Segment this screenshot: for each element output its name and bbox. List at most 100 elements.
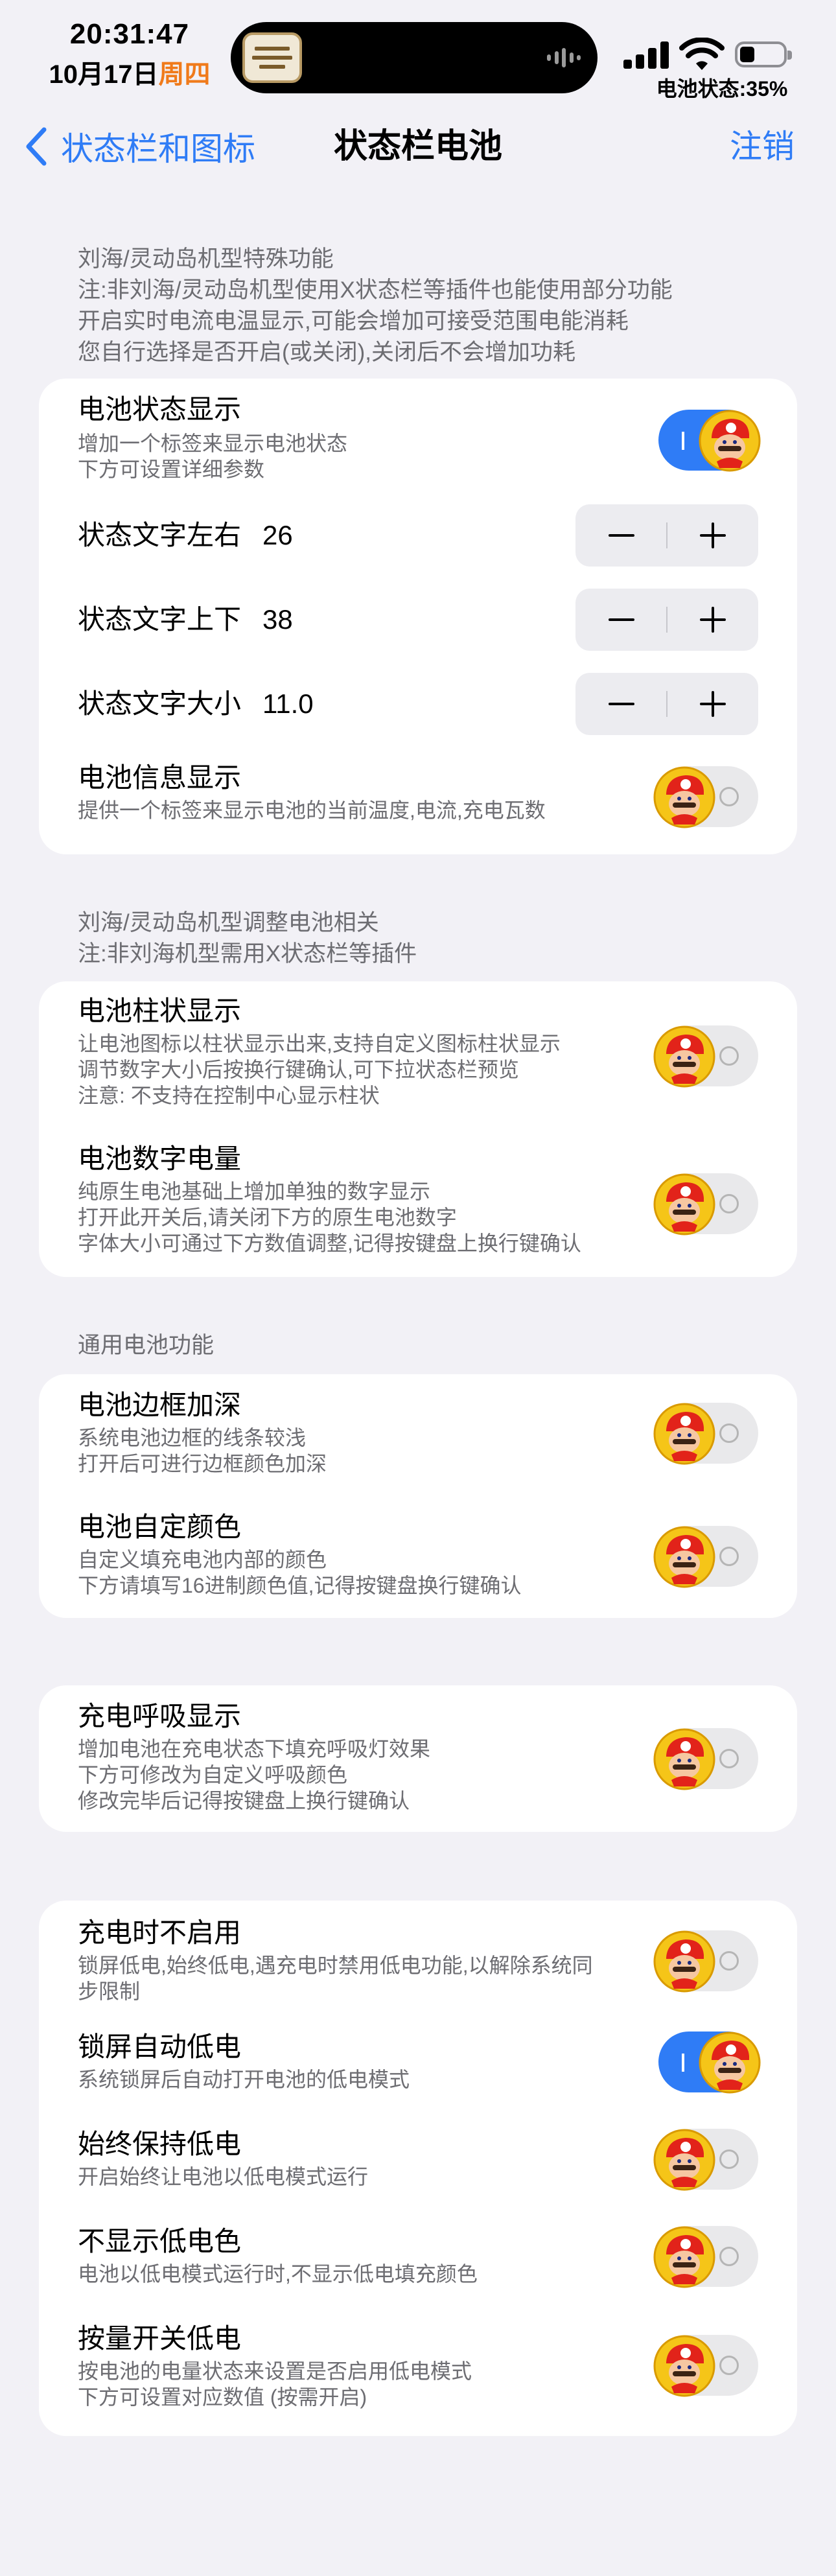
increment-button[interactable] — [667, 673, 758, 735]
battery-icon — [735, 41, 792, 67]
row-subtitle: 纯原生电池基础上增加单独的数字显示 打开此开关后,请关闭下方的原生电池数字 字体… — [78, 1180, 581, 1255]
back-label: 状态栏和图标 — [61, 131, 255, 167]
row-subtitle: 自定义填充电池内部的颜色 下方请填写16进制颜色值,记得按键盘换行键确认 — [78, 1548, 522, 1597]
row-subtitle: 系统锁屏后自动打开电池的低电模式 — [78, 2068, 410, 2091]
row-border-deep: 电池边框加深 系统电池边框的线条较浅 打开后可进行边框颜色加深 — [39, 1374, 797, 1496]
increment-button[interactable] — [667, 504, 758, 567]
dynamic-island[interactable] — [231, 22, 598, 93]
decrement-button[interactable] — [575, 589, 667, 651]
row-subtitle: 增加电池在充电状态下填充呼吸灯效果 下方可修改为自定义呼吸颜色 修改完毕后记得按… — [78, 1737, 431, 1812]
row-title: 按量开关低电 — [78, 2323, 242, 2354]
plus-icon — [699, 522, 726, 548]
row-breath: 充电呼吸显示 增加电池在充电状态下填充呼吸灯效果 下方可修改为自定义呼吸颜色 修… — [39, 1685, 797, 1832]
digit-level-toggle[interactable] — [653, 1173, 758, 1235]
mario-knob-icon — [653, 1403, 715, 1465]
navigation-bar: 状态栏和图标 状态栏电池 注销 — [0, 117, 836, 175]
mario-knob-icon — [653, 1930, 715, 1993]
row-title: 电池数字电量 — [78, 1143, 242, 1174]
row-title: 电池边框加深 — [78, 1390, 242, 1420]
section-header-line: 注:非刘海机型需用X状态栏等插件 — [78, 941, 417, 966]
section-header-line: 刘海/灵动岛机型特殊功能 — [78, 246, 334, 272]
mario-knob-icon — [699, 2032, 761, 2094]
toggle-knob — [652, 1024, 717, 1089]
row-title: 状态文字上下 — [78, 604, 242, 635]
toggle-knob — [652, 1727, 717, 1792]
section-header-adjust: 刘海/灵动岛机型调整电池相关 注:非刘海机型需用X状态栏等插件 — [78, 907, 765, 970]
row-title: 始终保持低电 — [78, 2129, 242, 2159]
row-value: 26 — [262, 520, 293, 550]
row-title: 充电时不启用 — [78, 1917, 242, 1948]
row-title: 电池自定颜色 — [78, 1512, 242, 1542]
status-time: 20:31:47 — [69, 18, 190, 50]
section-header-line: 刘海/灵动岛机型调整电池相关 — [78, 910, 379, 935]
section-header-notch: 刘海/灵动岛机型特殊功能 注:非刘海/灵动岛机型使用X状态栏等插件也能使用部分功… — [78, 244, 765, 368]
minus-icon — [608, 534, 634, 537]
no-low-color-toggle[interactable] — [653, 2226, 758, 2288]
mario-knob-icon — [653, 1728, 715, 1790]
charge-no-low-toggle[interactable] — [653, 1930, 758, 1993]
toggle-knob — [652, 1401, 717, 1466]
row-subtitle: 锁屏低电,始终低电,遇充电时禁用低电功能,以解除系统同 步限制 — [78, 1954, 593, 2003]
row-title: 电池状态显示 — [78, 394, 242, 425]
row-bar-display: 电池柱状显示 让电池图标以柱状显示出来,支持自定义图标柱状显示 调节数字大小后按… — [39, 981, 797, 1129]
toggle-knob — [652, 2127, 717, 2192]
custom-color-toggle[interactable] — [653, 1526, 758, 1588]
row-subtitle: 系统电池边框的线条较浅 打开后可进行边框颜色加深 — [78, 1426, 327, 1475]
mario-knob-icon — [653, 1025, 715, 1088]
row-title: 充电呼吸显示 — [78, 1701, 242, 1731]
wifi-icon — [679, 38, 725, 70]
plus-icon — [699, 607, 726, 633]
row-subtitle: 让电池图标以柱状显示出来,支持自定义图标柱状显示 调节数字大小后按换行键确认,可… — [78, 1032, 561, 1107]
mario-knob-icon — [653, 1526, 715, 1588]
row-subtitle: 增加一个标签来显示电池状态 下方可设置详细参数 — [78, 432, 348, 481]
status-indicators — [621, 35, 809, 74]
row-text-left-right: 状态文字左右 26 — [39, 502, 797, 586]
section-header-general: 通用电池功能 — [78, 1330, 765, 1361]
plus-icon — [699, 691, 726, 717]
border-deep-toggle[interactable] — [653, 1403, 758, 1465]
row-digit-level: 电池数字电量 纯原生电池基础上增加单独的数字显示 打开此开关后,请关闭下方的原生… — [39, 1129, 797, 1277]
logout-button[interactable]: 注销 — [730, 122, 795, 171]
text-top-bottom-stepper — [575, 589, 758, 651]
section-header-line: 通用电池功能 — [78, 1333, 215, 1358]
row-title: 电池信息显示 — [78, 762, 242, 793]
bar-display-toggle[interactable] — [653, 1025, 758, 1088]
row-value: 11.0 — [262, 688, 314, 719]
toggle-knob — [697, 2030, 762, 2095]
decrement-button[interactable] — [575, 504, 667, 567]
row-title: 状态文字大小 — [78, 688, 242, 719]
row-lock-low: 锁屏自动低电 系统锁屏后自动打开电池的低电模式 — [39, 2024, 797, 2121]
battery-info-toggle[interactable] — [653, 766, 758, 828]
minus-icon — [608, 703, 634, 705]
section-header-line: 您自行选择是否开启(或关闭),关闭后不会增加功耗 — [78, 340, 576, 365]
mario-knob-icon — [653, 2226, 715, 2288]
row-title: 电池柱状显示 — [78, 996, 242, 1026]
mario-knob-icon — [699, 410, 761, 472]
section-header-line: 注:非刘海/灵动岛机型使用X状态栏等插件也能使用部分功能 — [78, 277, 673, 303]
battery-status-toggle[interactable] — [658, 410, 761, 472]
row-title: 不显示低电色 — [78, 2226, 242, 2256]
row-subtitle: 提供一个标签来显示电池的当前温度,电流,充电瓦数 — [78, 799, 546, 822]
increment-button[interactable] — [667, 589, 758, 651]
row-value: 38 — [262, 604, 293, 635]
back-button[interactable]: 状态栏和图标 — [23, 122, 255, 171]
decrement-button[interactable] — [575, 673, 667, 735]
status-date: 10月17日周四 — [32, 53, 227, 91]
row-charge-no-low: 充电时不启用 锁屏低电,始终低电,遇充电时禁用低电功能,以解除系统同 步限制 — [39, 1901, 797, 2024]
battery-status-text: 电池状态:35% — [656, 77, 788, 100]
row-subtitle: 按电池的电量状态来设置是否启用低电模式 下方可设置对应数值 (按需开启) — [78, 2359, 472, 2409]
minus-icon — [608, 618, 634, 621]
mario-knob-icon — [653, 766, 715, 828]
toggle-knob — [652, 765, 717, 830]
toggle-knob — [652, 2225, 717, 2289]
mario-knob-icon — [653, 2335, 715, 2397]
row-text-top-bottom: 状态文字上下 38 — [39, 586, 797, 670]
text-left-right-stepper — [575, 504, 758, 567]
settings-card-adjust: 电池柱状显示 让电池图标以柱状显示出来,支持自定义图标柱状显示 调节数字大小后按… — [39, 981, 797, 1277]
level-low-toggle[interactable] — [653, 2335, 758, 2397]
toggle-knob — [652, 1929, 717, 1994]
section-header-line: 开启实时电流电温显示,可能会增加可接受范围电能消耗 — [78, 309, 629, 334]
always-low-toggle[interactable] — [653, 2129, 758, 2191]
breath-toggle[interactable] — [653, 1728, 758, 1790]
lock-low-toggle[interactable] — [658, 2032, 761, 2094]
